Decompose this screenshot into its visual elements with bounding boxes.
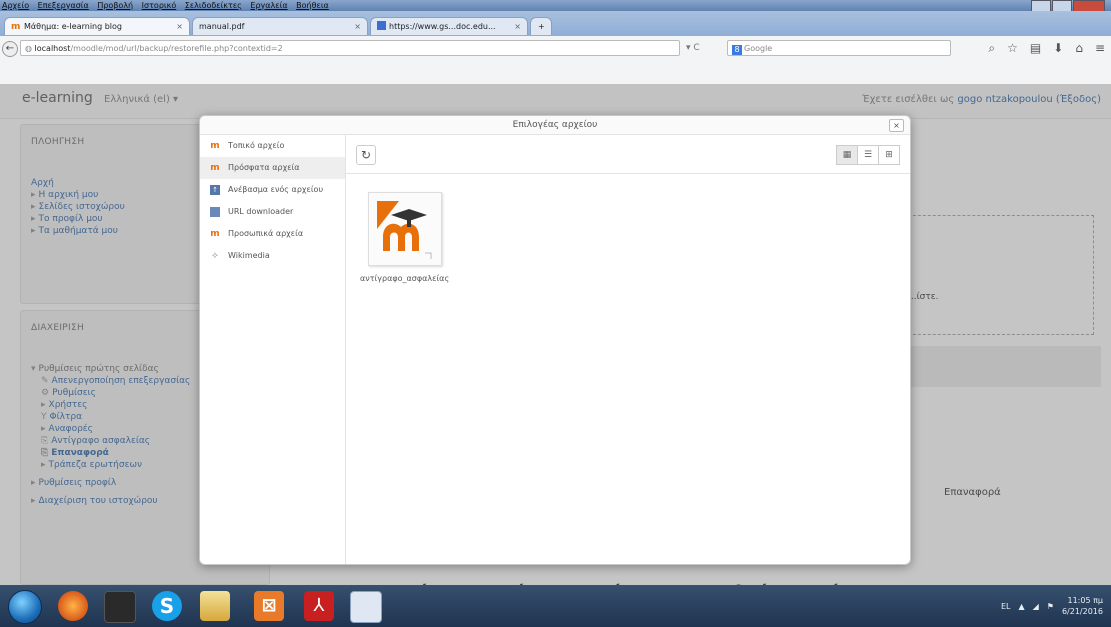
menu-file[interactable]: Αρχείο — [2, 1, 29, 10]
url-host: localhost — [34, 44, 71, 53]
close-icon[interactable]: × — [889, 119, 904, 132]
address-bar[interactable]: ◍ localhost/moodle/mod/url/backup/restor… — [20, 40, 680, 56]
file-picker-toolbar: ↻ ▦ ☰ ⊞ — [346, 135, 910, 174]
language-indicator[interactable]: EL — [1001, 602, 1011, 611]
wikimedia-icon: ⟡ — [212, 251, 218, 261]
volume-icon[interactable]: ◢ — [1033, 602, 1039, 611]
star-icon[interactable]: ☆ — [1007, 39, 1018, 57]
moodle-icon: m — [210, 163, 220, 173]
file-name[interactable]: αντίγραφο_ασφαλείας — [360, 274, 449, 283]
repository-local-file[interactable]: m Τοπικό αρχείο — [200, 135, 345, 157]
repository-url-downloader[interactable]: URL downloader — [200, 201, 345, 223]
tab-strip: m Μάθημα: e-learning blog × manual.pdf × … — [0, 11, 1111, 36]
view-switcher: ▦ ☰ ⊞ — [836, 145, 900, 165]
bookmarks-icon[interactable]: ▤ — [1030, 39, 1041, 57]
tab-external[interactable]: https://www.gs...doc.edu... × — [370, 17, 528, 35]
start-button[interactable] — [8, 590, 42, 624]
acrobat-icon[interactable]: ⅄ — [304, 591, 334, 621]
browser-navbar: ← ◍ localhost/moodle/mod/url/backup/rest… — [0, 36, 1111, 85]
lock-icon: ◍ — [25, 44, 35, 53]
menu-help[interactable]: Βοήθεια — [296, 1, 329, 10]
dialog-title: Επιλογέας αρχείου — [512, 120, 598, 130]
menu-history[interactable]: Ιστορικό — [142, 1, 177, 10]
menu-tools[interactable]: Εργαλεία — [250, 1, 287, 10]
dropdown-icon[interactable]: ▾ — [686, 43, 691, 53]
folder-icon[interactable] — [200, 591, 230, 621]
icons-view-icon[interactable]: ▦ — [836, 145, 858, 165]
back-arrow-icon[interactable]: ← — [2, 41, 18, 57]
paint-icon[interactable] — [350, 591, 382, 623]
close-tab-icon[interactable]: × — [514, 18, 521, 36]
site-favicon-icon — [377, 21, 386, 30]
browser-menubar: Αρχείο Επεξεργασία Προβολή Ιστορικό Σελι… — [0, 0, 1111, 12]
close-tab-icon[interactable]: × — [176, 18, 183, 36]
moodle-icon: m — [210, 229, 220, 239]
clock[interactable]: 11:05 πμ 6/21/2016 — [1062, 595, 1103, 617]
download-icon[interactable]: ⬇ — [1053, 39, 1063, 57]
search-icon[interactable]: ⌕ — [988, 39, 995, 57]
file-picker-dialog: Επιλογέας αρχείου × m Τοπικό αρχείο m Πρόσ… — [199, 115, 911, 565]
google-icon: 8 — [732, 45, 742, 55]
new-tab-button[interactable]: + — [530, 17, 552, 35]
close-tab-icon[interactable]: × — [354, 18, 361, 36]
skype-icon[interactable]: S — [152, 591, 182, 621]
repository-wikimedia[interactable]: ⟡ Wikimedia — [200, 245, 345, 267]
repository-list: m Τοπικό αρχείο m Πρόσφατα αρχεία ↑ Ανέβασμ… — [200, 135, 346, 564]
menu-view[interactable]: Προβολή — [97, 1, 133, 10]
menu-bookmarks[interactable]: Σελιδοδείκτες — [185, 1, 242, 10]
network-icon[interactable]: ▲ — [1018, 602, 1024, 611]
browser-toolbar-icons: ⌕ ☆ ▤ ⬇ ⌂ ≡ — [955, 39, 1105, 57]
tab-course[interactable]: m Μάθημα: e-learning blog × — [4, 17, 190, 35]
repository-upload-file[interactable]: ↑ Ανέβασμα ενός αρχείου — [200, 179, 345, 201]
list-view-icon[interactable]: ☰ — [857, 145, 879, 165]
menu-icon[interactable]: ≡ — [1095, 39, 1105, 57]
media-player-icon[interactable] — [104, 591, 136, 623]
url-icon — [210, 207, 220, 217]
upload-icon: ↑ — [210, 185, 220, 195]
repository-private-files[interactable]: m Προσωπικά αρχεία — [200, 223, 345, 245]
reload-icon[interactable]: C — [693, 43, 699, 53]
tab-label: Μάθημα: e-learning blog — [24, 22, 123, 31]
menu-edit[interactable]: Επεξεργασία — [38, 1, 89, 10]
tab-manual[interactable]: manual.pdf × — [192, 17, 368, 35]
tab-label: manual.pdf — [199, 22, 245, 31]
moodle-favicon-icon: m — [11, 22, 21, 32]
tab-label: https://www.gs...doc.edu... — [389, 22, 496, 31]
search-bar[interactable]: 8 Google — [727, 40, 951, 56]
refresh-icon[interactable]: ↻ — [356, 145, 376, 165]
file-listing: αντίγραφο_ασφαλείας — [346, 174, 910, 564]
url-path: /moodle/mod/url/backup/restorefile.php?c… — [70, 44, 283, 53]
dialog-header: Επιλογέας αρχείου × — [200, 116, 910, 135]
moodle-backup-file-icon[interactable] — [368, 192, 442, 266]
repository-recent-files[interactable]: m Πρόσφατα αρχεία — [200, 157, 345, 179]
windows-taskbar: S ⊠ ⅄ EL ▲ ◢ ⚑ 11:05 πμ 6/21/2016 — [0, 585, 1111, 627]
moodle-icon: m — [210, 141, 220, 151]
search-engine-label: Google — [744, 44, 773, 53]
system-tray: EL ▲ ◢ ⚑ 11:05 πμ 6/21/2016 — [1001, 585, 1103, 627]
home-icon[interactable]: ⌂ — [1075, 39, 1083, 57]
tree-view-icon[interactable]: ⊞ — [878, 145, 900, 165]
flag-icon[interactable]: ⚑ — [1047, 602, 1054, 611]
xampp-icon[interactable]: ⊠ — [254, 591, 284, 621]
url-tools: ▾ C — [686, 40, 720, 56]
firefox-icon[interactable] — [58, 591, 88, 621]
